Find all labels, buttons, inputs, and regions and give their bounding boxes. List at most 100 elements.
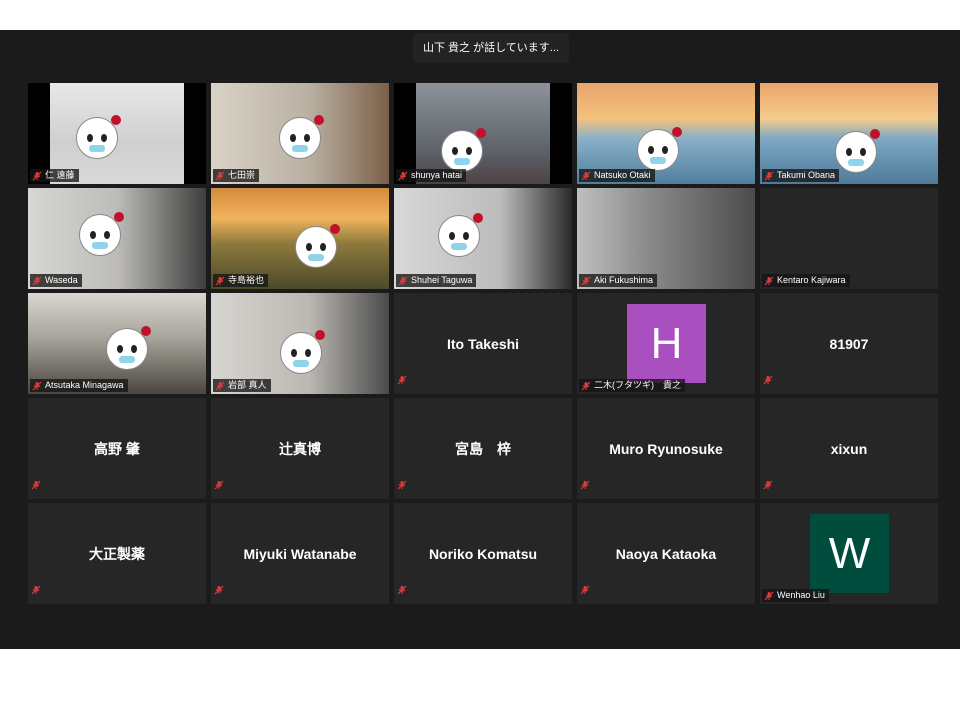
muted-mic-icon [215, 171, 225, 180]
participant-name-label: Aki Fukushima [579, 274, 658, 287]
muted-mic-icon [32, 381, 42, 390]
muted-mic-icon [214, 585, 224, 595]
participant-name: Shuhei Taguwa [411, 275, 473, 285]
participant-name: Natsuko Otaki [594, 170, 651, 180]
participant-name-label: Wenhao Liu [762, 589, 829, 602]
muted-mic-indicator [31, 477, 41, 495]
participant-name: 二木(フタツギ) 貴之 [594, 380, 681, 390]
participant-name: Atsutaka Minagawa [45, 380, 124, 390]
face-sticker-icon [441, 128, 486, 172]
participant-tile[interactable]: Noriko Komatsu [394, 503, 572, 604]
participant-tile[interactable]: Waseda [28, 188, 206, 289]
participant-name-label: Shuhei Taguwa [396, 274, 477, 287]
participant-name: 大正製薬 [89, 545, 145, 562]
participant-name: 岩部 真人 [228, 380, 267, 390]
muted-mic-icon [398, 171, 408, 180]
participant-tile[interactable]: xixun [760, 398, 938, 499]
muted-mic-indicator [31, 582, 41, 600]
meeting-stage: 山下 貴之 が話しています... 仁 遠藤 七田崇 shunya hatai Nats… [0, 30, 960, 649]
participant-name: Miyuki Watanabe [243, 545, 357, 562]
muted-mic-icon [581, 381, 591, 390]
face-sticker-icon [295, 224, 340, 268]
participant-tile[interactable]: 岩部 真人 [211, 293, 389, 394]
participant-tile[interactable]: 宮島 梓 [394, 398, 572, 499]
muted-mic-indicator [580, 477, 590, 495]
participant-name-label: Kentaro Kajiwara [762, 274, 850, 287]
participant-name: Takumi Obana [777, 170, 836, 180]
participant-tile[interactable]: Atsutaka Minagawa [28, 293, 206, 394]
gallery-grid: 仁 遠藤 七田崇 shunya hatai Natsuko Otaki Takumi O… [28, 83, 938, 604]
muted-mic-icon [215, 381, 225, 390]
muted-mic-icon [397, 480, 407, 490]
participant-name: Naoya Kataoka [615, 545, 717, 562]
participant-name-label: 寺島裕也 [213, 274, 269, 287]
participant-tile[interactable]: Natsuko Otaki [577, 83, 755, 184]
muted-mic-icon [32, 276, 42, 285]
muted-mic-icon [764, 591, 774, 600]
muted-mic-icon [580, 585, 590, 595]
muted-mic-indicator [397, 582, 407, 600]
participant-tile[interactable]: Ito Takeshi [394, 293, 572, 394]
muted-mic-indicator [763, 372, 773, 390]
muted-mic-icon [32, 171, 42, 180]
participant-name: 仁 遠藤 [45, 170, 75, 180]
muted-mic-indicator [214, 477, 224, 495]
participant-tile[interactable]: 81907 [760, 293, 938, 394]
participant-tile[interactable]: Miyuki Watanabe [211, 503, 389, 604]
face-sticker-icon [438, 213, 483, 257]
face-sticker-icon [279, 115, 324, 159]
participant-name: Kentaro Kajiwara [777, 275, 846, 285]
participant-name: 辻真博 [279, 440, 321, 457]
participant-tile[interactable]: Aki Fukushima [577, 188, 755, 289]
participant-tile[interactable]: Naoya Kataoka [577, 503, 755, 604]
participant-tile[interactable]: Kentaro Kajiwara [760, 188, 938, 289]
participant-tile[interactable]: shunya hatai [394, 83, 572, 184]
participant-name: Aki Fukushima [594, 275, 654, 285]
muted-mic-icon [763, 480, 773, 490]
participant-tile[interactable]: 七田崇 [211, 83, 389, 184]
participant-tile[interactable]: Shuhei Taguwa [394, 188, 572, 289]
participant-tile[interactable]: 高野 肇 [28, 398, 206, 499]
participant-tile[interactable]: 寺島裕也 [211, 188, 389, 289]
face-sticker-icon [637, 127, 682, 171]
muted-mic-indicator [397, 477, 407, 495]
muted-mic-icon [31, 585, 41, 595]
participant-name: Wenhao Liu [777, 590, 825, 600]
muted-mic-icon [764, 276, 774, 285]
muted-mic-indicator [580, 582, 590, 600]
muted-mic-icon [581, 171, 591, 180]
muted-mic-icon [397, 375, 407, 385]
participant-name-label: Natsuko Otaki [579, 169, 655, 182]
avatar: W [810, 514, 889, 593]
muted-mic-icon [764, 171, 774, 180]
muted-mic-icon [215, 276, 225, 285]
participant-tile[interactable]: Muro Ryunosuke [577, 398, 755, 499]
participant-tile[interactable]: Takumi Obana [760, 83, 938, 184]
participant-name-label: Takumi Obana [762, 169, 840, 182]
face-sticker-icon [79, 212, 124, 256]
muted-mic-icon [580, 480, 590, 490]
muted-mic-indicator [397, 372, 407, 390]
participant-name-label: Waseda [30, 274, 82, 287]
active-speaker-banner: 山下 貴之 が話しています... [413, 33, 569, 63]
participant-tile[interactable]: W Wenhao Liu [760, 503, 938, 604]
participant-tile[interactable]: 仁 遠藤 [28, 83, 206, 184]
participant-name: 七田崇 [228, 170, 256, 180]
face-sticker-icon [280, 330, 325, 374]
participant-name: Waseda [45, 275, 78, 285]
participant-name: 81907 [829, 335, 869, 352]
participant-name-label: 二木(フタツギ) 貴之 [579, 379, 685, 392]
muted-mic-icon [214, 480, 224, 490]
participant-tile[interactable]: 大正製薬 [28, 503, 206, 604]
participant-name-label: Atsutaka Minagawa [30, 379, 128, 392]
muted-mic-indicator [763, 477, 773, 495]
participant-name: Ito Takeshi [446, 335, 520, 352]
participant-tile[interactable]: 辻真博 [211, 398, 389, 499]
avatar: H [627, 304, 706, 383]
participant-tile[interactable]: H 二木(フタツギ) 貴之 [577, 293, 755, 394]
muted-mic-icon [397, 585, 407, 595]
face-sticker-icon [835, 129, 880, 173]
muted-mic-icon [398, 276, 408, 285]
participant-name-label: 岩部 真人 [213, 379, 271, 392]
muted-mic-icon [581, 276, 591, 285]
